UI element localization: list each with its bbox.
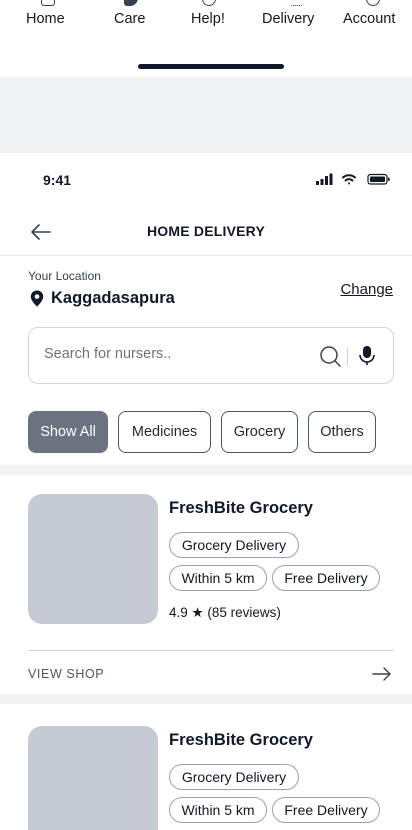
shop-rating: 4.9 ★ (85 reviews): [169, 605, 281, 620]
search-icon[interactable]: [319, 345, 341, 367]
delivery-icon: [290, 0, 304, 6]
tag-distance: Within 5 km: [169, 797, 267, 823]
tab-home[interactable]: Home: [26, 11, 65, 27]
section-divider: [0, 694, 412, 704]
shop-name: FreshBite Grocery: [169, 731, 313, 749]
header: HOME DELIVERY: [0, 209, 412, 256]
battery-icon: [367, 173, 390, 185]
tag-distance: Within 5 km: [169, 565, 267, 591]
filter-grocery[interactable]: Grocery: [221, 411, 298, 453]
filter-show-all[interactable]: Show All: [28, 411, 108, 453]
tag-free-delivery: Free Delivery: [272, 565, 380, 591]
home-indicator: [138, 64, 284, 69]
location-name: Kaggadasapura: [51, 289, 175, 307]
tag-grocery-delivery: Grocery Delivery: [169, 532, 299, 558]
search-bar: [28, 327, 394, 384]
arrow-right-icon[interactable]: [372, 667, 392, 681]
change-location-link[interactable]: Change: [340, 281, 393, 298]
tag-grocery-delivery: Grocery Delivery: [169, 764, 299, 790]
status-icons: [316, 173, 390, 185]
wifi-icon: [342, 174, 356, 185]
account-icon: [366, 0, 380, 6]
microphone-icon[interactable]: [357, 345, 377, 367]
tab-care[interactable]: Care: [114, 11, 145, 27]
bottom-tab-bar: Home Care Help! Delivery Account: [0, 0, 412, 77]
help-icon: [202, 0, 216, 6]
page-title: HOME DELIVERY: [147, 223, 265, 239]
search-divider: [347, 347, 348, 366]
signal-icon: [316, 173, 333, 185]
filter-others[interactable]: Others: [308, 411, 376, 453]
tab-help[interactable]: Help!: [191, 11, 225, 27]
card-divider: [28, 650, 394, 651]
status-time: 9:41: [43, 172, 72, 188]
section-divider: [0, 465, 412, 475]
tag-free-delivery: Free Delivery: [272, 797, 380, 823]
search-input[interactable]: [44, 346, 294, 362]
shop-image-placeholder: [28, 494, 158, 624]
tab-delivery[interactable]: Delivery: [262, 11, 314, 27]
location-pin-icon: [30, 290, 44, 307]
filter-medicines[interactable]: Medicines: [118, 411, 211, 453]
shop-image-placeholder: [28, 726, 158, 830]
location-label: Your Location: [28, 269, 101, 283]
tab-account[interactable]: Account: [343, 11, 395, 27]
home-icon: [41, 0, 55, 6]
care-icon: [124, 0, 138, 6]
view-shop-link[interactable]: VIEW SHOP: [28, 667, 104, 681]
shop-name: FreshBite Grocery: [169, 499, 313, 517]
home-delivery-screen: 9:41 HOME DELIVERY Your Location Kaggada…: [0, 153, 412, 830]
